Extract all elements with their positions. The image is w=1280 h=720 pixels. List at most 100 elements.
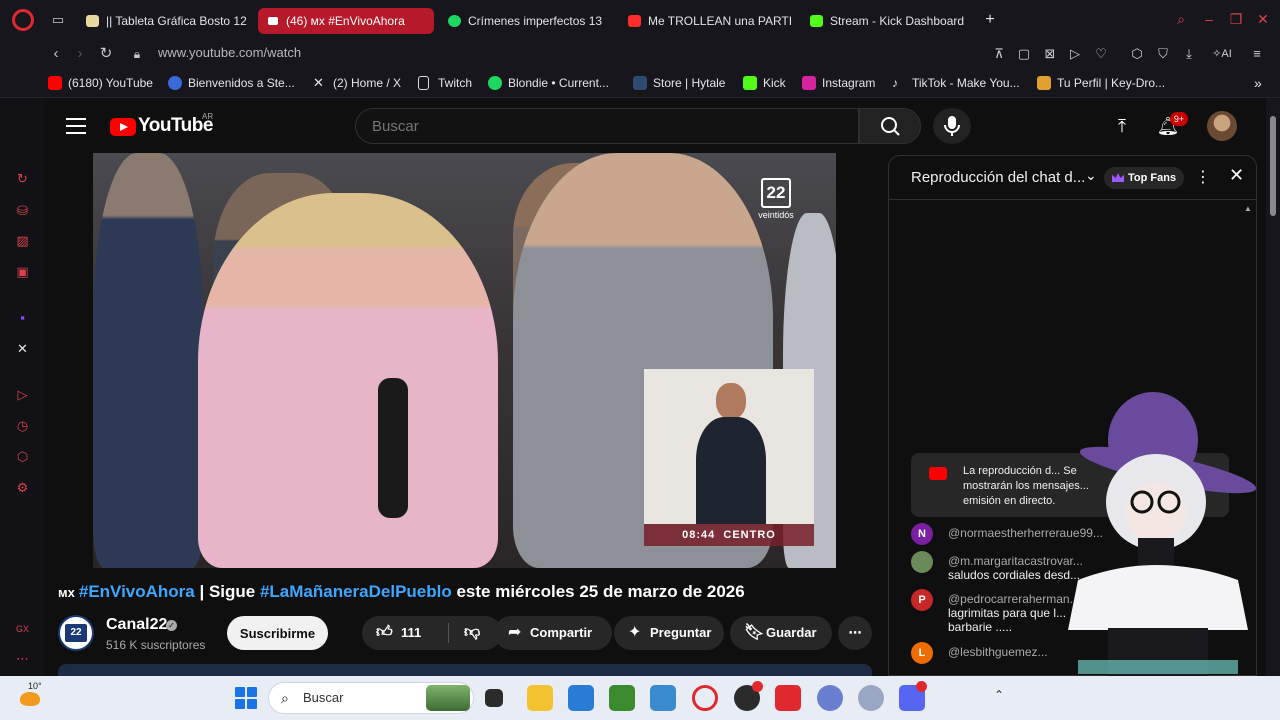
- maximize-icon[interactable]: ❐: [1227, 10, 1245, 28]
- channel-avatar[interactable]: [58, 615, 94, 651]
- extensions-icon[interactable]: ⬡: [1128, 45, 1146, 63]
- bookmark-youtube[interactable]: (6180) YouTube: [48, 75, 153, 91]
- like-dislike-group: 👍︎ 111 👎︎: [362, 616, 502, 650]
- upload-icon[interactable]: ⤒: [1110, 114, 1134, 138]
- account-avatar[interactable]: [1207, 111, 1237, 141]
- reload-icon[interactable]: ↻: [96, 44, 116, 64]
- sparkle-icon: ✦: [628, 624, 642, 641]
- tab-trollean[interactable]: Me TROLLEAN una PARTI: [620, 8, 798, 34]
- description-box[interactable]: [58, 664, 872, 676]
- app-network-icon[interactable]: [858, 685, 884, 711]
- widget-scenery-icon[interactable]: [426, 685, 470, 711]
- close-window-icon[interactable]: ✕: [1254, 10, 1272, 28]
- new-tab-button[interactable]: +: [982, 12, 998, 28]
- bookmarks-more-icon[interactable]: »: [1254, 75, 1262, 91]
- chat-author[interactable]: @lesbithguemez...: [948, 645, 1048, 659]
- taskview-icon[interactable]: [485, 689, 503, 707]
- steam-icon: [168, 76, 182, 90]
- sidebar-extensions-icon[interactable]: ⬡: [14, 448, 31, 465]
- ask-button[interactable]: ✦ Preguntar: [614, 616, 724, 650]
- back-icon[interactable]: ‹: [46, 44, 66, 64]
- like-button[interactable]: 111: [401, 616, 421, 650]
- thumbs-down-icon[interactable]: 👎︎: [464, 616, 480, 650]
- chat-avatar[interactable]: L: [911, 642, 933, 664]
- easy-setup-icon[interactable]: ≡: [1248, 45, 1266, 63]
- sidebar-history-icon[interactable]: ◷: [14, 417, 31, 434]
- lock-icon[interactable]: 🔒︎: [127, 44, 147, 64]
- bookmark-steam[interactable]: Bienvenidos a Ste...: [168, 75, 295, 91]
- minecraft-icon[interactable]: [609, 685, 635, 711]
- sidebar-mail-icon[interactable]: ▣: [14, 263, 31, 280]
- tab-kick-dashboard[interactable]: Stream - Kick Dashboard: [802, 8, 978, 34]
- channel-name[interactable]: Canal22: [106, 616, 167, 634]
- bookmark-tiktok[interactable]: ♪ TikTok - Make You...: [892, 75, 1020, 91]
- scrollbar-thumb[interactable]: [1270, 116, 1276, 216]
- app-globe-icon[interactable]: [817, 685, 843, 711]
- forward-icon[interactable]: ›: [70, 44, 90, 64]
- bookmark-blondie[interactable]: Blondie • Current...: [488, 75, 609, 91]
- tray-chevron-up-icon[interactable]: ⌃: [994, 688, 1004, 702]
- aria-ai-button[interactable]: ✧AI: [1208, 45, 1236, 63]
- search-button[interactable]: [859, 108, 921, 144]
- menu-icon[interactable]: [66, 118, 86, 134]
- subscribe-button[interactable]: Suscribirme: [227, 616, 328, 650]
- bookmark-x[interactable]: ✕ (2) Home / X: [313, 75, 401, 91]
- sidebar-gx-corner-icon[interactable]: ▨: [14, 232, 31, 249]
- store-icon[interactable]: [568, 685, 594, 711]
- sidebar-aria-icon[interactable]: ↻: [14, 170, 31, 187]
- sidebar-player-icon[interactable]: ▷: [14, 386, 31, 403]
- tab-bosto[interactable]: || Tableta Gráfica Bosto 12: [78, 8, 248, 34]
- sidebar-more-icon[interactable]: ⋯: [14, 650, 31, 667]
- instagram-icon: [802, 76, 816, 90]
- tab-workspace-icon[interactable]: ▭: [50, 12, 66, 28]
- wallet-icon[interactable]: ⛉: [1154, 45, 1172, 63]
- sidebar-settings-icon[interactable]: ⚙: [14, 479, 31, 496]
- bookmark-keydrop[interactable]: Tu Perfil | Key-Dro...: [1037, 75, 1165, 91]
- tab-envivoahora[interactable]: (46) ᴍx #EnVivoAhora: [258, 8, 434, 34]
- sidebar-x-icon[interactable]: ✕: [14, 340, 31, 357]
- hashtag-link[interactable]: #LaMañaneraDelPueblo: [260, 582, 452, 601]
- opera-logo-icon[interactable]: [12, 9, 34, 31]
- snapshot-icon[interactable]: ▢: [1015, 45, 1033, 63]
- chat-scroll-up-icon[interactable]: ▲: [1244, 204, 1252, 213]
- bookmark-instagram[interactable]: Instagram: [802, 75, 875, 91]
- download-icon[interactable]: ⤓: [1180, 45, 1198, 63]
- bookmark-twitch[interactable]: Twitch: [418, 75, 472, 91]
- chat-avatar[interactable]: N: [911, 523, 933, 545]
- file-explorer-icon[interactable]: [527, 685, 553, 711]
- sidebar-twitch-icon[interactable]: ▪: [14, 309, 31, 326]
- video-player[interactable]: 22 veintidós 08:44 CENTRO: [93, 153, 836, 568]
- tiktok-studio-icon[interactable]: [775, 685, 801, 711]
- more-actions-button[interactable]: ⋯: [838, 616, 872, 650]
- windows-start-icon[interactable]: [235, 687, 257, 709]
- play-icon[interactable]: ▷: [1066, 45, 1084, 63]
- opera-gx-icon[interactable]: [692, 685, 718, 711]
- bookmark-kick[interactable]: Kick: [743, 75, 786, 91]
- save-button[interactable]: 🔖︎ Guardar: [730, 616, 832, 650]
- adblock-icon[interactable]: ⊠: [1041, 45, 1059, 63]
- sign-language-box: [644, 369, 814, 524]
- url-field[interactable]: www.youtube.com/watch: [158, 45, 301, 60]
- close-chat-icon[interactable]: ✕: [1229, 165, 1244, 186]
- share-button[interactable]: ➦ Compartir: [494, 616, 612, 650]
- chat-more-icon[interactable]: ⋮: [1195, 167, 1211, 187]
- hashtag-link[interactable]: #EnVivoAhora: [79, 582, 195, 601]
- bookmark-hytale[interactable]: Store | Hytale: [633, 75, 725, 91]
- minimize-icon[interactable]: –: [1200, 10, 1218, 28]
- sidebar-gx-icon[interactable]: GX: [14, 621, 31, 638]
- chat-avatar[interactable]: [911, 551, 933, 573]
- pin-icon[interactable]: ⊼: [990, 45, 1008, 63]
- chat-title[interactable]: Reproducción del chat d...: [911, 169, 1085, 186]
- search-tabs-icon[interactable]: ⌕: [1172, 10, 1190, 28]
- search-input[interactable]: [355, 108, 859, 144]
- photos-icon[interactable]: [650, 685, 676, 711]
- chat-avatar[interactable]: P: [911, 589, 933, 611]
- voice-search-button[interactable]: [933, 108, 971, 144]
- youtube-logo-icon[interactable]: [110, 118, 136, 136]
- heart-icon[interactable]: ♡: [1092, 45, 1110, 63]
- chevron-down-icon[interactable]: ⌄: [1085, 167, 1097, 184]
- thumbs-up-icon[interactable]: 👍︎: [376, 616, 393, 650]
- top-fans-chip[interactable]: Top Fans: [1104, 167, 1185, 189]
- sidebar-bag-icon[interactable]: ⛁: [14, 202, 31, 219]
- tab-crimenes[interactable]: Crímenes imperfectos 13: [440, 8, 612, 34]
